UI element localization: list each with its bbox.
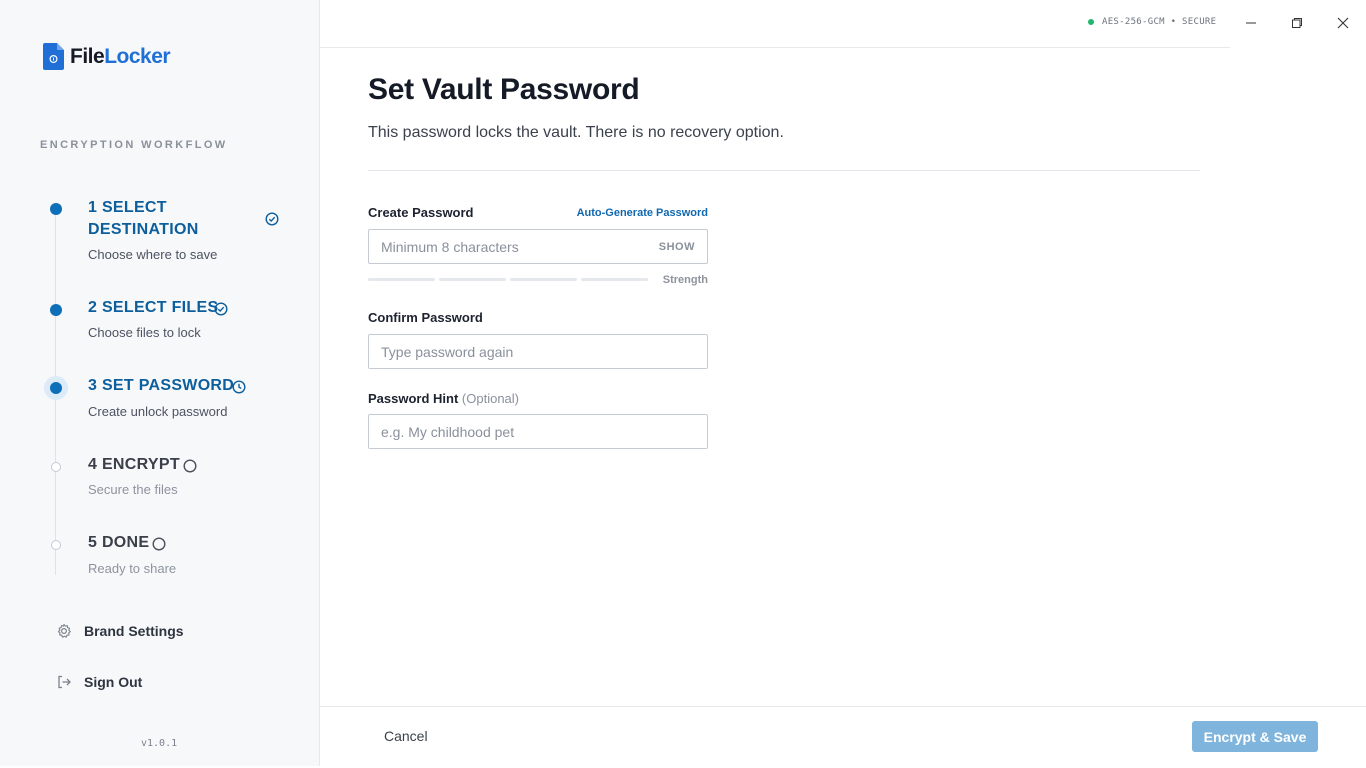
step-dot-pending [51,540,61,550]
step-subtitle: Choose where to save [88,247,218,262]
password-hint-placeholder: e.g. My childhood pet [381,423,515,440]
brand-settings-link[interactable]: Brand Settings [56,623,184,639]
strength-segment [439,278,506,281]
strength-segment [581,278,648,281]
step-subtitle: Create unlock password [88,404,228,419]
password-hint-label: Password Hint (Optional) [368,391,519,406]
security-status: AES-256-GCM • SECURE [1088,17,1216,27]
sign-out-icon [58,675,71,689]
sign-out-label: Sign Out [84,674,143,690]
restore-button[interactable] [1286,12,1308,34]
confirm-password-label: Confirm Password [368,310,483,325]
clock-icon [232,380,246,394]
file-lock-icon [43,43,64,70]
workflow-section-label: ENCRYPTION WORKFLOW [40,139,228,151]
cancel-button[interactable]: Cancel [384,728,428,744]
app-logo: FileLocker [43,43,171,70]
password-strength-meter: Strength [368,274,708,288]
confirm-password-input[interactable]: Type password again [368,334,708,369]
restore-icon [1292,18,1302,28]
app-version: v1.0.1 [141,738,178,749]
close-icon [1337,17,1349,29]
confirm-password-placeholder: Type password again [381,343,514,360]
step-dot-current [50,382,62,394]
password-hint-input[interactable]: e.g. My childhood pet [368,414,708,449]
secure-status-dot [1088,19,1094,25]
auto-generate-password-link[interactable]: Auto-Generate Password [540,207,708,219]
strength-segment [368,278,435,281]
logo-text-locker: Locker [104,44,171,68]
strength-segment [510,278,577,281]
step-subtitle: Secure the files [88,482,178,497]
show-password-toggle[interactable]: SHOW [659,241,695,253]
logo-text-file: File [70,44,105,68]
create-password-label: Create Password [368,205,474,220]
empty-circle-icon [152,537,166,551]
close-button[interactable] [1332,12,1354,34]
gear-icon [57,623,71,638]
empty-circle-icon [183,459,197,473]
step-title: 4 ENCRYPT [88,456,180,473]
create-password-placeholder: Minimum 8 characters [381,238,519,255]
step-title: 2 SELECT FILES [88,299,219,316]
minimize-icon [1246,22,1256,24]
optional-tag: (Optional) [461,391,519,406]
strength-label: Strength [662,274,708,286]
step-dot [50,203,62,215]
security-status-text: AES-256-GCM • SECURE [1102,17,1217,27]
sidebar: FileLocker ENCRYPTION WORKFLOW 1 SELECT … [0,0,320,766]
step-dot [50,304,62,316]
step-title: 5 DONE [88,534,150,551]
page-subtitle: This password locks the vault. There is … [368,124,784,141]
check-circle-icon [265,212,279,226]
brand-settings-label: Brand Settings [84,623,184,639]
create-password-input[interactable]: Minimum 8 characters SHOW [368,229,708,264]
sign-out-link[interactable]: Sign Out [56,674,142,690]
header-divider [368,170,1200,171]
encrypt-and-save-button[interactable]: Encrypt & Save [1192,721,1318,752]
step-dot-pending [51,462,61,472]
check-circle-icon [214,302,228,316]
step-title: 3 SET PASSWORD [88,377,235,394]
step-subtitle: Choose files to lock [88,325,201,340]
minimize-button[interactable] [1240,12,1262,34]
step-subtitle: Ready to share [88,561,177,576]
step-title: 1 SELECT DESTINATION [88,199,199,238]
page-title: Set Vault Password [368,73,640,106]
